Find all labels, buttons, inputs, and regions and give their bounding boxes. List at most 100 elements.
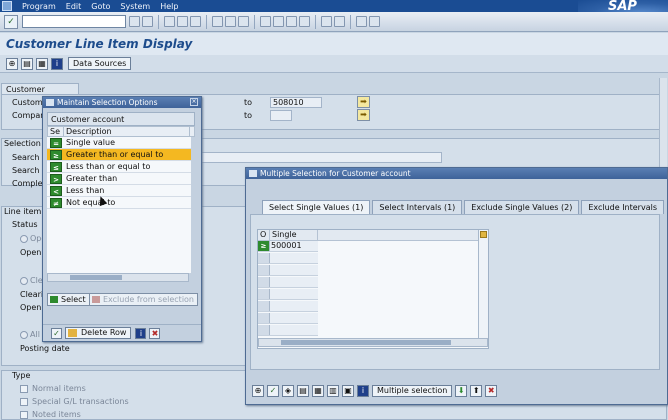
option-button[interactable] <box>258 265 270 275</box>
paste-icon[interactable]: ▣ <box>342 385 354 397</box>
option-row[interactable]: ≤ Less than or equal to <box>47 161 191 173</box>
variant-icon[interactable]: ▦ <box>36 57 48 70</box>
cancel-icon[interactable]: ✖ <box>149 327 161 339</box>
next-page-icon[interactable] <box>286 16 297 27</box>
import-icon[interactable]: ⬇ <box>455 385 468 397</box>
delete-icon[interactable]: ▥ <box>327 385 339 397</box>
menu-system[interactable]: System <box>120 2 150 11</box>
single-value-row[interactable] <box>258 289 318 300</box>
single-value-field[interactable] <box>270 289 318 299</box>
tab-select-intervals[interactable]: Select Intervals (1) <box>372 200 463 214</box>
scroll-thumb[interactable] <box>70 275 122 280</box>
menu-goto[interactable]: Goto <box>91 2 110 11</box>
single-value-field[interactable] <box>270 301 318 311</box>
system-menu-icon[interactable] <box>2 1 12 11</box>
normal-items-checkbox[interactable] <box>20 385 28 393</box>
exit-icon[interactable] <box>177 16 188 27</box>
copy-icon[interactable]: ▦ <box>312 385 324 397</box>
all-items-radio[interactable] <box>20 331 28 339</box>
single-value-row[interactable] <box>258 253 318 264</box>
tab-exclude-single-values[interactable]: Exclude Single Values (2) <box>464 200 580 214</box>
shortcut-icon[interactable] <box>334 16 345 27</box>
table-horizontal-scrollbar[interactable] <box>258 338 488 347</box>
multiple-selection-arrow-icon[interactable]: ➡ <box>357 109 370 121</box>
multiple-selection-button[interactable]: Multiple selection <box>372 385 453 397</box>
open-items-radio[interactable] <box>20 235 28 243</box>
print-icon[interactable] <box>212 16 223 27</box>
option-button[interactable] <box>258 313 270 323</box>
single-value-row[interactable] <box>258 265 318 276</box>
noted-items-checkbox[interactable] <box>20 411 28 419</box>
checkmark-icon[interactable]: ✓ <box>267 385 279 397</box>
single-value-field[interactable] <box>270 325 318 335</box>
get-variant-icon[interactable]: ▤ <box>21 57 33 70</box>
single-value-field[interactable] <box>270 277 318 287</box>
menu-help[interactable]: Help <box>160 2 178 11</box>
single-value-row[interactable] <box>258 325 318 336</box>
command-dropdown-icon[interactable] <box>129 16 140 27</box>
options-horizontal-scrollbar[interactable] <box>47 273 189 282</box>
info-icon[interactable]: i <box>357 385 369 397</box>
option-row[interactable]: ≠ Not equal to <box>47 197 191 209</box>
scroll-thumb[interactable] <box>281 340 451 345</box>
option-button[interactable] <box>258 253 270 263</box>
data-sources-button[interactable]: Data Sources <box>68 57 132 70</box>
single-value-field[interactable] <box>270 313 318 323</box>
delete-row-button[interactable]: Delete Row <box>65 327 132 339</box>
option-button[interactable] <box>258 289 270 299</box>
menu-edit[interactable]: Edit <box>66 2 82 11</box>
company-to-field[interactable] <box>270 110 292 121</box>
help-icon[interactable] <box>356 16 367 27</box>
last-page-icon[interactable] <box>299 16 310 27</box>
option-button[interactable]: ≥ <box>258 241 270 251</box>
enter-icon[interactable]: ✓ <box>4 14 18 29</box>
special-gl-checkbox[interactable] <box>20 398 28 406</box>
close-icon[interactable]: × <box>190 98 198 106</box>
single-value-field[interactable]: 500001 <box>270 241 318 251</box>
layout-menu-icon[interactable] <box>369 16 380 27</box>
option-row[interactable]: < Less than <box>47 185 191 197</box>
option-button[interactable] <box>258 277 270 287</box>
insert-row-icon[interactable]: ▤ <box>297 385 309 397</box>
new-session-icon[interactable] <box>321 16 332 27</box>
info-icon[interactable]: i <box>51 57 63 70</box>
check-entries-icon[interactable]: ◈ <box>282 385 294 397</box>
menu-program[interactable]: Program <box>22 2 56 11</box>
option-button[interactable] <box>258 325 270 335</box>
execute-icon[interactable]: ⊕ <box>252 385 264 397</box>
single-value-field[interactable] <box>270 253 318 263</box>
command-field[interactable] <box>22 15 126 28</box>
single-value-field[interactable] <box>270 265 318 275</box>
select-button[interactable]: Select <box>47 293 90 306</box>
single-value-row[interactable] <box>258 301 318 312</box>
cancel-icon[interactable] <box>190 16 201 27</box>
main-vertical-scrollbar[interactable] <box>659 78 667 174</box>
execute-icon[interactable]: ⊕ <box>6 57 18 70</box>
checkmark-icon[interactable]: ✓ <box>51 327 62 339</box>
table-settings-icon[interactable] <box>480 231 487 238</box>
single-value-row[interactable] <box>258 277 318 288</box>
single-value-row[interactable]: ≥500001 <box>258 241 318 252</box>
upload-icon[interactable]: ⬆ <box>470 385 483 397</box>
option-row[interactable]: ≥ Greater than or equal to <box>47 149 191 161</box>
find-icon[interactable] <box>225 16 236 27</box>
find-next-icon[interactable] <box>238 16 249 27</box>
multiple-selection-arrow-icon[interactable]: ➡ <box>357 96 370 108</box>
first-page-icon[interactable] <box>260 16 271 27</box>
info-icon[interactable]: i <box>135 327 147 339</box>
cancel-icon[interactable]: ✖ <box>485 385 498 397</box>
cleared-items-radio[interactable] <box>20 277 28 285</box>
exclude-from-selection-button[interactable]: Exclude from selection <box>89 293 198 306</box>
back-icon[interactable] <box>164 16 175 27</box>
single-value-row[interactable] <box>258 313 318 324</box>
table-vertical-scrollbar[interactable] <box>478 230 488 338</box>
tab-exclude-intervals[interactable]: Exclude Intervals <box>581 200 664 214</box>
customer-to-field[interactable]: 508010 <box>270 97 322 108</box>
save-icon[interactable] <box>142 16 153 27</box>
option-button[interactable] <box>258 301 270 311</box>
previous-page-icon[interactable] <box>273 16 284 27</box>
option-row[interactable]: > Greater than <box>47 173 191 185</box>
tab-select-single-values[interactable]: Select Single Values (1) <box>262 200 371 214</box>
option-row[interactable]: = Single value <box>47 137 191 149</box>
search-help-id-field[interactable] <box>200 152 442 163</box>
